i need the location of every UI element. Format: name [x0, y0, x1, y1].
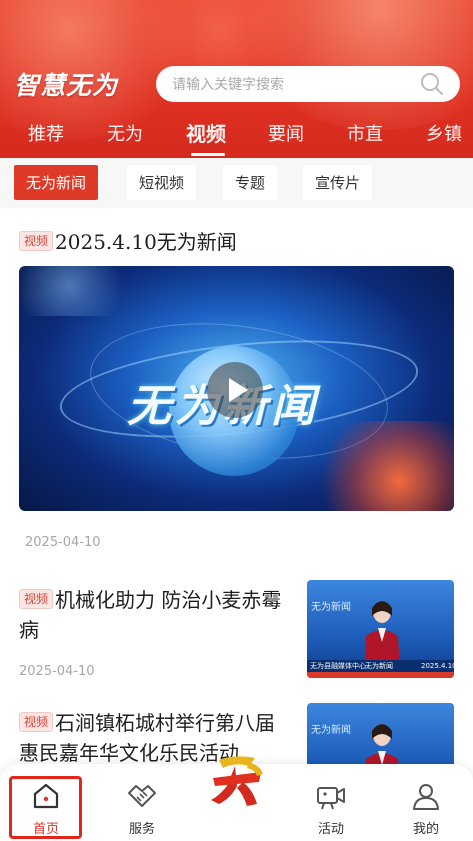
thumbnail-backdrop-text: 无为新闻 [311, 725, 351, 736]
publish-date: 2025-04-10 [25, 535, 101, 550]
tab-activities[interactable]: 活动 [291, 764, 371, 841]
nav-tab-recommend[interactable]: 推荐 [28, 120, 64, 146]
thumbnail-program-text: 无为新闻 [365, 662, 393, 670]
subtab-promo[interactable]: 宣传片 [303, 165, 373, 200]
feed-item-title-text[interactable]: 2025.4.10无为新闻 [55, 230, 237, 254]
nav-tab-headlines[interactable]: 要闻 [268, 120, 304, 146]
publish-date: 2025-04-10 [19, 664, 95, 679]
video-player-thumbnail[interactable]: 无为新闻 [19, 266, 454, 511]
subtab-short-video[interactable]: 短视频 [127, 165, 197, 200]
tab-services-label: 服务 [128, 822, 155, 837]
handshake-icon [128, 785, 156, 807]
app-logo: 智慧无为 [14, 71, 119, 100]
search-placeholder[interactable]: 请输入关键字搜索 [172, 74, 284, 94]
search-bar[interactable]: 请输入关键字搜索 [156, 66, 460, 102]
video-badge: 视频 [19, 712, 54, 732]
video-camera-icon [317, 787, 345, 810]
feed-item-title[interactable]: 视频 2025.4.10无为新闻 [19, 226, 459, 255]
nav-tab-wuwei[interactable]: 无为 [107, 120, 143, 146]
thumbnail-station-text: 无为县融媒体中心 [310, 662, 366, 670]
user-icon [413, 784, 439, 810]
nav-tab-video[interactable]: 视频 [186, 118, 226, 147]
center-logo-icon[interactable] [205, 752, 269, 812]
video-badge: 视频 [19, 589, 54, 609]
nav-tab-city[interactable]: 市直 [347, 120, 383, 146]
thumbnail-lower-third: 无为县融媒体中心 无为新闻 2025.4.10 [307, 660, 454, 672]
video-subtabs: 无为新闻 短视频 专题 宣传片 [0, 158, 473, 208]
active-tab-indicator [191, 153, 225, 156]
tab-services[interactable]: 服务 [102, 764, 182, 841]
play-icon [229, 378, 248, 402]
feed-item-title[interactable]: 视频 机械化助力 防治小麦赤霉病 [19, 585, 291, 645]
play-button[interactable] [207, 362, 263, 418]
thumbnail-date-text: 2025.4.10 [421, 662, 454, 670]
subtab-wuwei-news[interactable]: 无为新闻 [14, 165, 99, 200]
thumbnail-backdrop-text: 无为新闻 [311, 602, 351, 613]
search-icon[interactable] [420, 72, 444, 96]
nav-tab-towns[interactable]: 乡镇 [426, 120, 462, 146]
app-header: 智慧无为 请输入关键字搜索 推荐 无为 视频 要闻 市直 乡镇 [0, 0, 473, 158]
channel-nav: 推荐 无为 视频 要闻 市直 乡镇 [0, 116, 473, 158]
news-thumbnail[interactable]: 无为新闻 无为县融媒体中心 无为新闻 2025.4.10 [307, 580, 454, 678]
active-tab-highlight [9, 776, 82, 839]
subtab-special[interactable]: 专题 [223, 165, 278, 200]
video-badge: 视频 [19, 231, 54, 251]
tab-activities-label: 活动 [317, 822, 344, 837]
feed-item-title-text[interactable]: 机械化助力 防治小麦赤霉病 [19, 588, 281, 642]
tab-profile-label: 我的 [412, 822, 439, 837]
tab-profile[interactable]: 我的 [386, 764, 466, 841]
